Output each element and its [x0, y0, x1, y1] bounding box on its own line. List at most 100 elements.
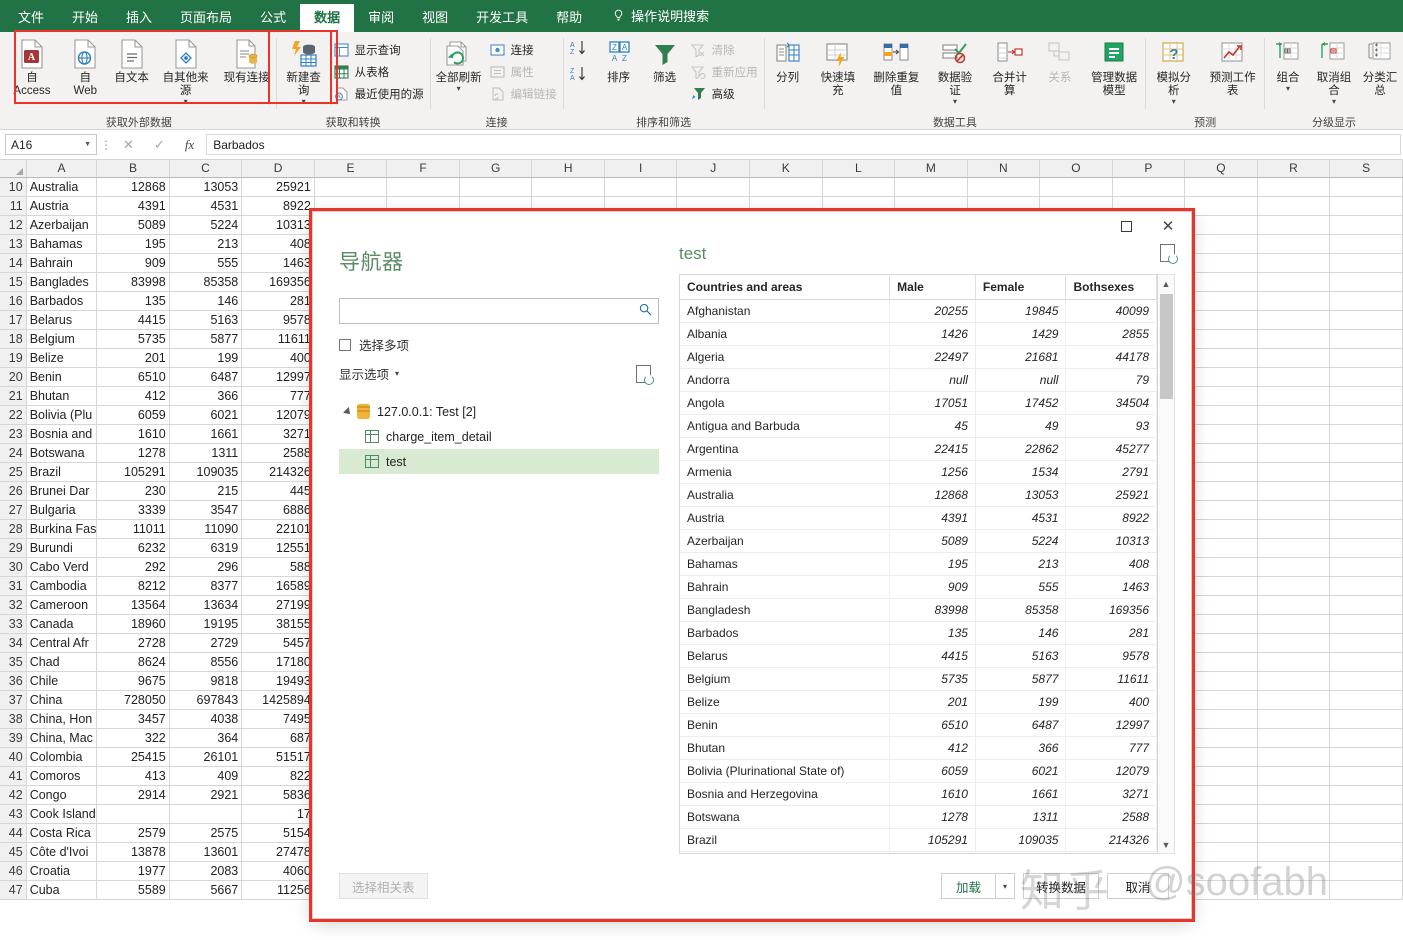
grid-cell[interactable]: 8922: [242, 196, 315, 215]
grid-cell[interactable]: 8624: [97, 652, 170, 671]
ribbon-button-group[interactable]: 组合 ▾: [1265, 36, 1311, 92]
preview-refresh-button[interactable]: [1160, 244, 1175, 262]
name-box[interactable]: A16 ▼: [5, 134, 97, 155]
grid-cell[interactable]: [1185, 747, 1258, 766]
grid-cell[interactable]: 4060: [242, 861, 315, 880]
fx-icon[interactable]: fx: [185, 137, 194, 153]
grid-col-R[interactable]: R: [1257, 160, 1330, 177]
grid-cell[interactable]: [1257, 728, 1330, 747]
grid-cell[interactable]: Austria: [26, 196, 97, 215]
grid-cell[interactable]: 445: [242, 481, 315, 500]
grid-cell[interactable]: [1185, 538, 1258, 557]
grid-cell[interactable]: [1185, 253, 1258, 272]
grid-cell[interactable]: [1185, 652, 1258, 671]
grid-cell[interactable]: Central Afr: [26, 633, 97, 652]
grid-cell[interactable]: [1185, 557, 1258, 576]
grid-cell[interactable]: [1185, 899, 1258, 900]
grid-cell[interactable]: [1185, 481, 1258, 500]
ribbon-button-ungroup[interactable]: 取消组合 ▾: [1311, 36, 1357, 105]
grid-cell[interactable]: 12551: [242, 538, 315, 557]
tab-home[interactable]: 开始: [58, 4, 112, 32]
grid-cell[interactable]: [1330, 196, 1403, 215]
grid-cell[interactable]: [1257, 462, 1330, 481]
grid-cell[interactable]: [1330, 690, 1403, 709]
grid-col-K[interactable]: K: [749, 160, 822, 177]
ribbon-button-from-web[interactable]: 自 Web: [62, 36, 109, 98]
grid-cell[interactable]: [1257, 367, 1330, 386]
grid-cell[interactable]: [1330, 728, 1403, 747]
grid-cell[interactable]: [1330, 595, 1403, 614]
grid-cell[interactable]: [1185, 196, 1258, 215]
grid-row-header[interactable]: 11: [0, 196, 26, 215]
grid-cell[interactable]: [1330, 348, 1403, 367]
ribbon-button-what-if-analysis[interactable]: ? 模拟分析 ▾: [1146, 36, 1201, 105]
ribbon-button-remove-duplicates[interactable]: 删除重复值: [865, 36, 927, 98]
grid-cell[interactable]: [1185, 329, 1258, 348]
grid-cell[interactable]: 1311: [169, 443, 242, 462]
grid-cell[interactable]: [1257, 747, 1330, 766]
grid-cell[interactable]: [1185, 215, 1258, 234]
grid-cell[interactable]: 11090: [169, 519, 242, 538]
grid-cell[interactable]: [1185, 348, 1258, 367]
grid-row-header[interactable]: 47: [0, 880, 26, 899]
grid-cell[interactable]: [1330, 709, 1403, 728]
grid-cell[interactable]: 5154: [242, 823, 315, 842]
grid-cell[interactable]: 412: [97, 386, 170, 405]
grid-cell[interactable]: [1330, 519, 1403, 538]
grid-cell[interactable]: 17: [242, 804, 315, 823]
chevron-down-icon[interactable]: ▾: [953, 98, 957, 105]
grid-cell[interactable]: Costa Rica: [26, 823, 97, 842]
ribbon-button-consolidate[interactable]: 合并计算: [982, 36, 1037, 98]
grid-cell[interactable]: 2728: [97, 633, 170, 652]
grid-cell[interactable]: [1330, 367, 1403, 386]
grid-row-header[interactable]: 19: [0, 348, 26, 367]
grid-cell[interactable]: 195: [97, 234, 170, 253]
grid-cell[interactable]: China, Mac: [26, 728, 97, 747]
ribbon-button-refresh-all[interactable]: 全部刷新 ▾: [431, 36, 487, 92]
grid-col-Q[interactable]: Q: [1185, 160, 1258, 177]
grid-col-S[interactable]: S: [1330, 160, 1403, 177]
load-split-button[interactable]: 加载 ▾: [941, 873, 1015, 899]
grid-row-header[interactable]: 41: [0, 766, 26, 785]
grid-cell[interactable]: [1257, 348, 1330, 367]
grid-cell[interactable]: [169, 804, 242, 823]
grid-cell[interactable]: [1257, 557, 1330, 576]
grid-cell[interactable]: 296: [169, 557, 242, 576]
close-icon[interactable]: ✕: [123, 137, 134, 153]
search-icon[interactable]: [639, 303, 652, 319]
grid-cell[interactable]: [1185, 766, 1258, 785]
grid-row-header[interactable]: 33: [0, 614, 26, 633]
tab-formulas[interactable]: 公式: [246, 4, 300, 32]
grid-cell[interactable]: 2083: [169, 861, 242, 880]
grid-cell[interactable]: [1185, 671, 1258, 690]
grid-cell[interactable]: 697843: [169, 690, 242, 709]
grid-row-header[interactable]: 14: [0, 253, 26, 272]
ribbon-button-manage-data-model[interactable]: 管理数据模型: [1083, 36, 1145, 98]
grid-row-header[interactable]: 17: [0, 310, 26, 329]
grid-cell[interactable]: 588: [242, 557, 315, 576]
ribbon-button-sort[interactable]: ZAAZ 排序: [596, 36, 642, 85]
grid-cell[interactable]: 38155: [242, 614, 315, 633]
grid-cell[interactable]: 27199: [242, 595, 315, 614]
grid-row-header[interactable]: 32: [0, 595, 26, 614]
grid-cell[interactable]: 1977: [97, 861, 170, 880]
grid-cell[interactable]: [1257, 842, 1330, 861]
chevron-down-icon[interactable]: ▾: [1286, 85, 1290, 92]
grid-row-header[interactable]: 34: [0, 633, 26, 652]
grid-col-C[interactable]: C: [169, 160, 242, 177]
grid-cell[interactable]: [1185, 709, 1258, 728]
grid-cell[interactable]: 83998: [97, 272, 170, 291]
grid-cell[interactable]: 13564: [97, 595, 170, 614]
tab-review[interactable]: 审阅: [354, 4, 408, 32]
grid-cell[interactable]: [1330, 652, 1403, 671]
ribbon-button-filter[interactable]: 筛选: [642, 36, 688, 85]
grid-cell[interactable]: 2575: [169, 823, 242, 842]
grid-cell[interactable]: [1330, 557, 1403, 576]
grid-cell[interactable]: Benin: [26, 367, 97, 386]
grid-cell[interactable]: Belgium: [26, 329, 97, 348]
grid-cell[interactable]: Colombia: [26, 747, 97, 766]
tree-node-test[interactable]: test: [339, 449, 659, 474]
grid-cell[interactable]: 8212: [97, 576, 170, 595]
ribbon-button-recent-sources[interactable]: 最近使用的源: [331, 83, 430, 105]
grid-cell[interactable]: [1330, 481, 1403, 500]
